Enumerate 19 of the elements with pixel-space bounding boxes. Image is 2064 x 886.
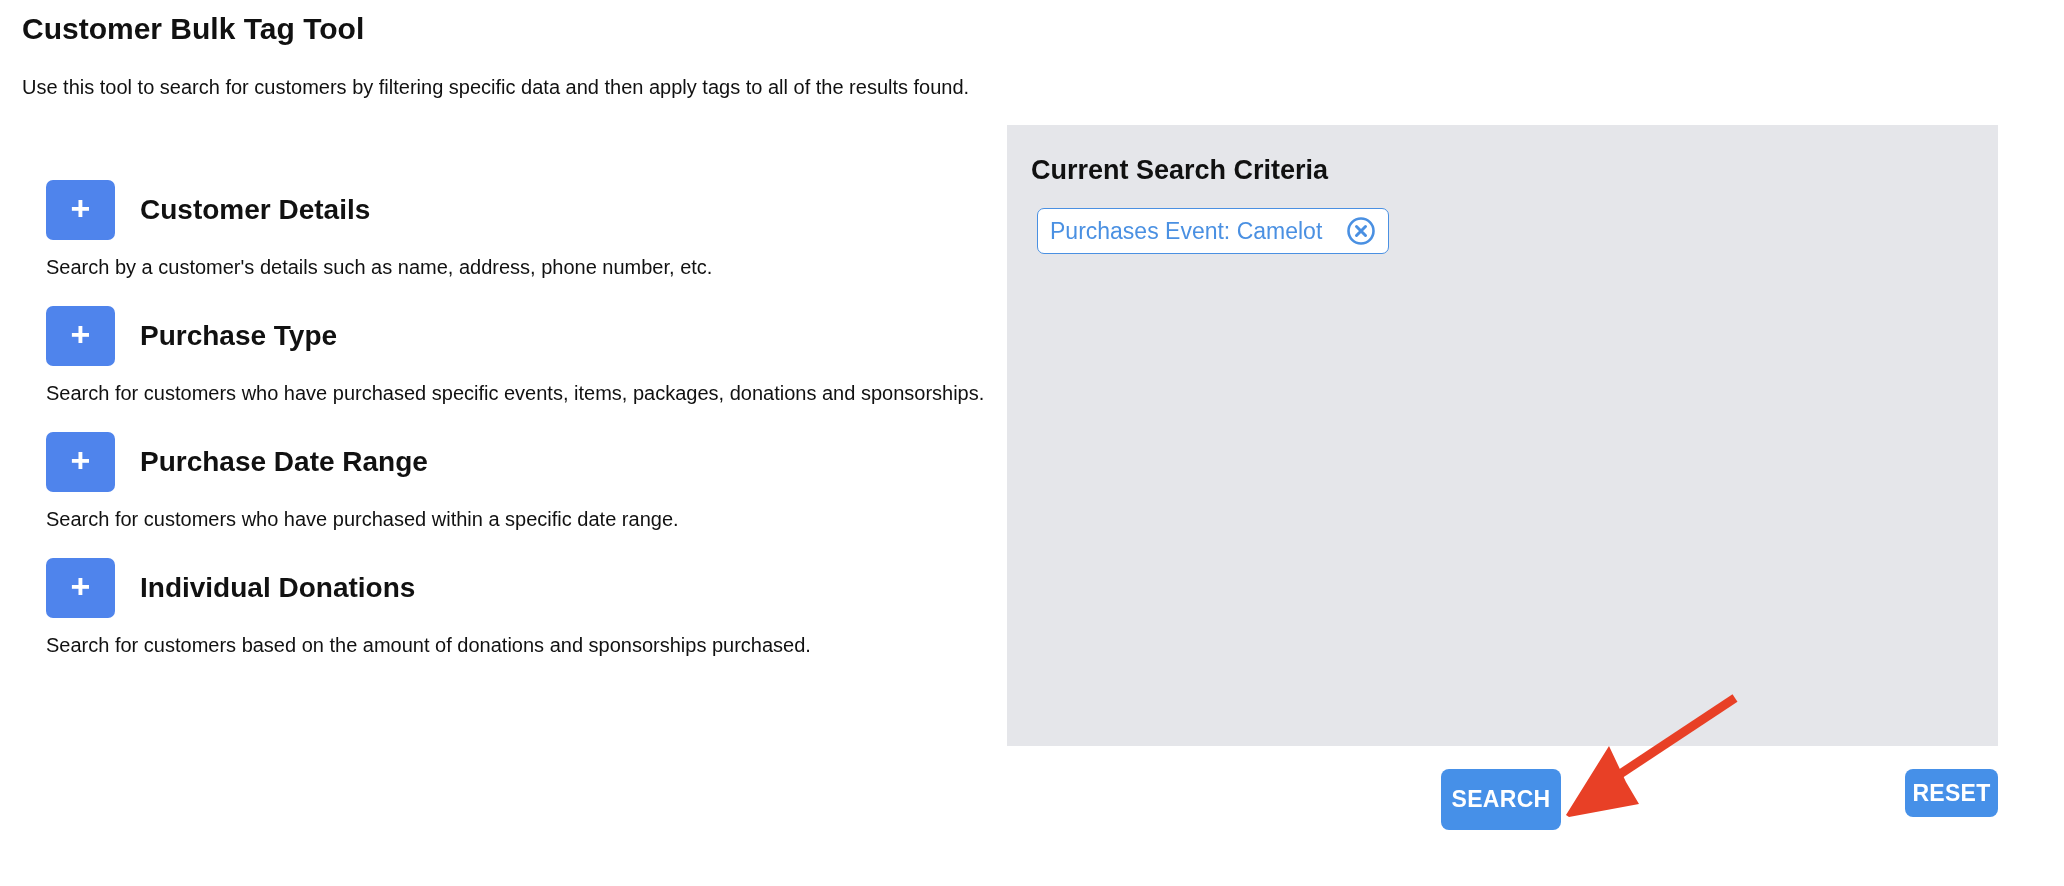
page-description: Use this tool to search for customers by filtering specific data and then apply tags to all of the results found.: [22, 76, 971, 99]
section-description: Search for customers based on the amount of donations and sponsorships purchased.: [46, 633, 812, 658]
section-heading: Purchase Type: [140, 320, 338, 352]
add-button[interactable]: +: [46, 180, 115, 240]
section-heading: Purchase Date Range: [140, 446, 428, 478]
search-button[interactable]: SEARCH: [1441, 769, 1561, 830]
add-button[interactable]: +: [46, 306, 115, 366]
panel-title: Current Search Criteria: [1031, 155, 1330, 186]
section-description: Search for customers who have purchased specific events, items, packages, donations and sponsorships.: [46, 381, 986, 406]
section-description: Search for customers who have purchased within a specific date range.: [46, 507, 680, 532]
section-heading: Individual Donations: [140, 572, 416, 604]
section-description: Search by a customer's details such as name, address, phone number, etc.: [46, 255, 714, 280]
add-button[interactable]: +: [46, 432, 115, 492]
reset-button[interactable]: RESET: [1905, 769, 1998, 817]
section-heading: Customer Details: [140, 194, 371, 226]
remove-icon[interactable]: [1346, 216, 1377, 246]
add-button[interactable]: +: [46, 558, 115, 618]
tag-label: Purchases Event: Camelot: [1050, 217, 1323, 245]
page-title: Customer Bulk Tag Tool: [22, 12, 366, 46]
